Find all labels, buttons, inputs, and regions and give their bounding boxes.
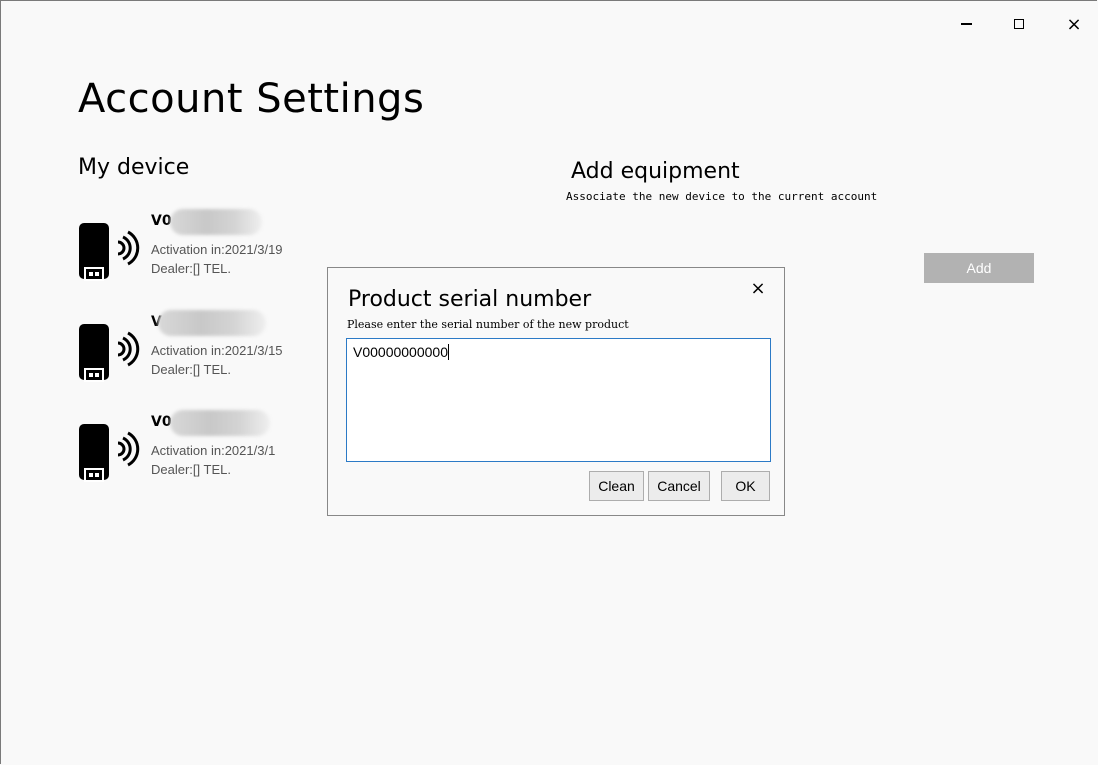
device-activation: Activation in:2021/3/19 [151,242,283,257]
maximize-button[interactable] [996,9,1042,39]
maximize-icon [1014,19,1024,29]
add-equipment-title: Add equipment [571,159,740,184]
app-window: × Account Settings My device V0 Activati… [0,0,1097,764]
redacted-serial [158,310,266,336]
device-dealer: Dealer:[] TEL. [151,462,231,477]
my-device-title: My device [78,155,190,180]
device-dealer: Dealer:[] TEL. [151,261,231,276]
device-item[interactable]: V0 Activation in:2021/3/19 Dealer:[] TEL… [78,209,318,291]
device-name: V0 [151,414,172,430]
cancel-button[interactable]: Cancel [648,471,710,501]
dialog-title: Product serial number [348,287,592,312]
device-item[interactable]: V Activation in:2021/3/15 Dealer:[] TEL. [78,310,318,392]
close-icon: × [1066,13,1082,35]
redacted-serial [170,410,270,436]
ok-button[interactable]: OK [721,471,770,501]
add-equipment-subtitle: Associate the new device to the current … [566,190,878,203]
device-name: V0 [151,213,172,229]
add-button[interactable]: Add [924,253,1034,283]
device-activation: Activation in:2021/3/15 [151,343,283,358]
dialog-subtitle: Please enter the serial number of the ne… [347,318,629,331]
minimize-icon [960,23,972,25]
page-title: Account Settings [78,76,425,122]
minimize-button[interactable] [943,9,989,39]
usb-wireless-device-icon [79,223,140,281]
clean-button[interactable]: Clean [589,471,644,501]
serial-number-value: V00000000000 [353,344,448,360]
usb-wireless-device-icon [79,324,140,382]
device-activation: Activation in:2021/3/1 [151,443,276,458]
serial-number-input[interactable]: V00000000000 [346,338,771,462]
serial-number-dialog: Product serial number × Please enter the… [327,267,785,516]
usb-wireless-device-icon [79,424,140,482]
device-dealer: Dealer:[] TEL. [151,362,231,377]
device-item[interactable]: V0 Activation in:2021/3/1 Dealer:[] TEL. [78,410,318,492]
close-button[interactable]: × [1051,9,1097,39]
dialog-close-icon[interactable]: × [748,278,768,299]
redacted-serial [170,209,262,235]
text-caret [448,344,449,360]
